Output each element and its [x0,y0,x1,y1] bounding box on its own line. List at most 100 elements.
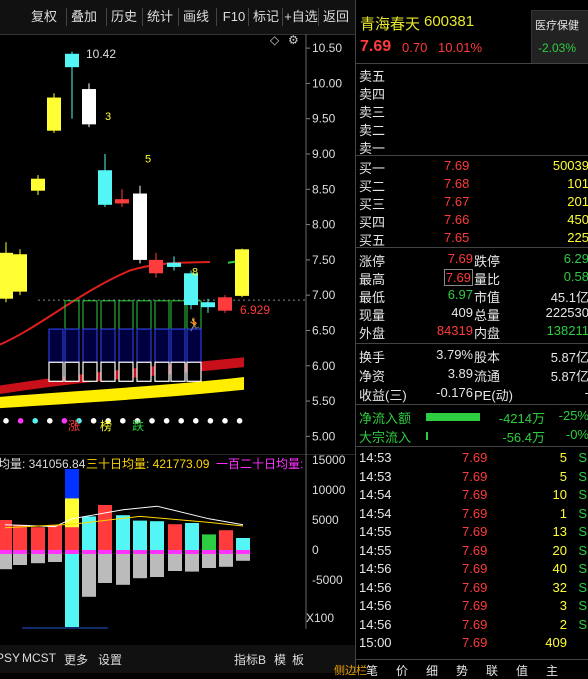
tick-side: S [578,542,587,558]
stat-label: 最低 [359,290,386,305]
vol-y-tick: 10000 [312,483,346,497]
y-tick: 6.50 [312,323,336,337]
ask-label: 卖五 [359,69,386,84]
bid-price: 7.67 [444,194,470,209]
panel-tab[interactable]: 主 [546,662,558,679]
signal-dot [3,418,9,424]
indicator-tab[interactable]: PSY [0,651,20,665]
vol-bar-neg [31,553,45,564]
tick-price: 7.69 [462,524,488,539]
tick-price: 7.69 [462,616,488,632]
settings-icon[interactable]: ⚙ [288,34,299,47]
bottom-right-btn[interactable]: 板 [292,651,304,668]
signal-dot [178,418,184,424]
tick-price: 7.69 [462,542,488,558]
y-tick: 7.00 [312,288,336,302]
tick-time: 14:55 [359,524,392,539]
wave-label: 3 [105,111,111,123]
toolbar-item-4[interactable]: 画线 [180,8,212,26]
panel-tab[interactable]: 细 [426,662,438,679]
bid-label: 买二 [359,179,386,194]
runner-icon: 🏃 [186,317,202,332]
tick-side: S [578,487,587,502]
quote-panel: 青海春天 600381 医疗保健 -2.03% 7.69 0.70 10.01%… [334,0,588,678]
panel-tab[interactable]: 值 [516,662,528,679]
tick-price: 7.69 [462,505,488,521]
vol-bar [13,524,27,550]
price-change: 0.70 [402,40,428,55]
stat2-label: 换手 [359,350,386,365]
vol-bar-neg [236,553,250,561]
stat-value: 0.58 [563,269,588,284]
bottom-right-btn[interactable]: 模 [274,651,286,668]
panel-tab[interactable]: 联 [486,662,498,679]
vol-bar-neg [202,553,216,568]
vol-y-tick: 0 [312,543,319,557]
indicator-tab[interactable]: 更多 [64,651,88,668]
toolbar-item-8[interactable]: 返回 [320,8,352,26]
vol-y-tick: -5000 [312,573,343,587]
price-chart[interactable]: 10.50 10.00 9.50 9.00 8.50 8.00 7.50 7.00 6.50 6.… [0,34,355,454]
flow-value: -56.4万 [502,430,545,445]
panel-tab[interactable]: 势 [456,662,468,679]
stock-code: 600381 [424,13,475,30]
tick-time: 14:54 [359,505,392,521]
candle [13,254,27,292]
tick-volume: 5 [559,450,567,465]
signal-dot [149,418,155,424]
diamond-icon[interactable]: ◇ [270,34,280,47]
toolbar-item-2[interactable]: 历史 [108,8,140,26]
stock-name: 青海春天 [360,16,421,33]
panel-tab[interactable]: 笔 [366,662,378,679]
tick-volume: 409 [545,635,567,650]
tick-volume: 20 [552,542,567,558]
y-tick: 5.50 [312,394,336,408]
stat-value: 7.69 [447,251,473,266]
y-tick: 10.50 [312,41,342,55]
ask-label: 卖二 [359,123,386,138]
toolbar-item-6[interactable]: 标记 [250,8,282,26]
tick-time: 14:53 [359,468,392,484]
flow-label: 净流入额 [359,411,412,426]
tick-volume: 32 [552,579,567,595]
y-tick: 8.50 [312,182,336,196]
vol-bar [236,538,250,550]
bid-volume: 225 [567,230,588,245]
panel-tab[interactable]: 价 [396,662,408,679]
toolbar-item-5[interactable]: F10 [218,8,250,26]
tick-volume: 3 [559,598,567,613]
vol-legend-120: 一百二十日均量: [216,457,303,471]
tick-side: S [578,561,587,576]
toolbar-item-1[interactable]: 叠加 [68,8,100,26]
y-tick: 9.00 [312,147,336,161]
toolbar-item-3[interactable]: 统计 [144,8,176,26]
tick-time: 14:56 [359,579,392,595]
volume-chart[interactable]: 均量: 341056.84 三十日均量: 421773.09 一百二十日均量: 150… [0,454,355,629]
bid-label: 买一 [359,161,386,176]
toolbar-item-7[interactable]: +自选 [284,8,318,26]
side-tab[interactable]: 侧边栏 [334,662,367,678]
bottom-right-btn[interactable]: 指标B [234,651,266,668]
y-tick: 7.50 [312,253,336,267]
tick-price: 7.69 [462,468,488,484]
bid-price: 7.65 [444,230,470,245]
signal-dot [222,418,228,424]
stat-label: 量比 [474,272,501,287]
tick-volume: 1 [559,505,567,521]
tick-price: 7.69 [462,635,488,650]
vol-bar-neg [98,553,112,583]
bid-volume: 50039 [552,158,588,173]
tick-time: 14:53 [359,450,392,465]
sector-box[interactable]: 医疗保健 -2.03% [531,10,588,64]
stat-label: 最高 [359,272,386,287]
indicator-tab[interactable]: 设置 [98,651,122,668]
indicator-tab[interactable]: MCST [22,651,56,665]
stat2-label: 流通 [474,369,501,384]
tick-side: S [578,505,587,521]
vol-bar-neg [82,553,96,597]
toolbar-item-0[interactable]: 复权 [28,8,60,26]
signal-dot [207,418,214,424]
stat2-label: 股本 [474,350,501,365]
signal-label: 榜 [100,418,112,433]
signal-dot [47,418,53,424]
